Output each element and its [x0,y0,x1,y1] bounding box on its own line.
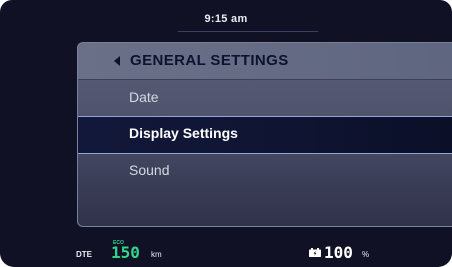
clock-time: 9:15 am [204,13,248,25]
battery-value: 100 [324,243,353,262]
menu-item-label: Display Settings [129,125,238,141]
menu-item-sound[interactable]: Sound [78,153,452,189]
range-value: 150 [111,243,140,262]
back-arrow-icon[interactable] [114,56,120,66]
bottom-status-bar: DTE ECO 150 km 100 % [0,236,452,267]
menu-title: GENERAL SETTINGS [130,52,289,69]
status-bar: 9:15 am [0,0,452,32]
battery-unit: % [362,250,370,259]
menu-header[interactable]: GENERAL SETTINGS [78,43,452,80]
battery-icon [309,248,321,257]
menu-item-display-settings[interactable]: Display Settings [78,116,452,154]
settings-menu-panel: GENERAL SETTINGS Date Display Settings S… [77,42,452,227]
range-unit: km [151,250,162,259]
dashboard-screen: 9:15 am GENERAL SETTINGS Date Display Se… [0,0,452,267]
menu-item-label: Date [129,89,159,105]
menu-item-date[interactable]: Date [78,80,452,116]
menu-item-label: Sound [129,162,170,178]
status-divider [178,31,318,32]
dte-label: DTE [76,250,92,259]
